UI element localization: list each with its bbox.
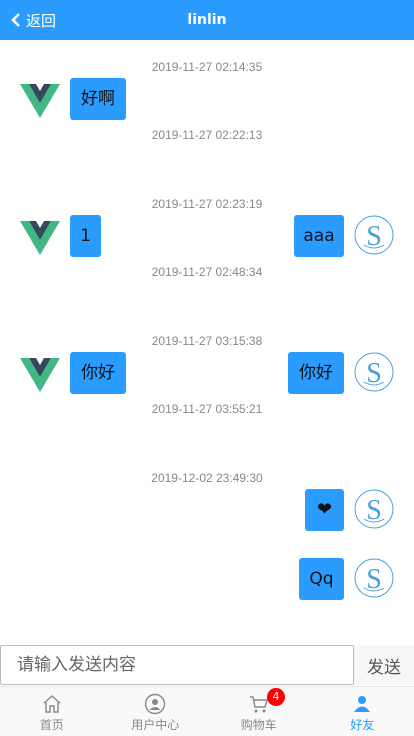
message-item: 2019-11-27 02:23:19 1 xyxy=(0,177,414,257)
bottom-tab-bar: 首页 用户中心 购物车 4 好友 xyxy=(0,686,414,736)
message-item: 2019-11-27 02:48:34 你好 S xyxy=(0,245,414,394)
message-item: 2019-11-27 02:22:13 aaa S xyxy=(0,108,414,257)
message-item: 2019-11-27 02:14:35 好啊 xyxy=(0,40,414,120)
tab-cart[interactable]: 购物车 4 xyxy=(207,687,311,736)
tab-user-center[interactable]: 用户中心 xyxy=(104,687,208,736)
message-time: 2019-11-27 03:15:38 xyxy=(151,334,263,348)
tab-label: 用户中心 xyxy=(131,718,180,732)
message-time: 2019-11-27 02:14:35 xyxy=(151,60,263,74)
message-item: 2019-12-02 23:49:30 Qq S xyxy=(0,451,414,600)
home-icon xyxy=(43,695,61,713)
tab-label: 购物车 xyxy=(240,718,277,732)
message-item: 2019-11-27 03:55:21 ❤ S xyxy=(0,382,414,531)
message-composer: 发送 xyxy=(0,645,414,686)
message-input[interactable] xyxy=(0,645,354,685)
chat-title: linlin xyxy=(187,12,227,28)
message-time: 2019-11-27 02:22:13 xyxy=(151,128,263,142)
message-bubble[interactable]: Qq xyxy=(299,558,344,600)
message-item: 2019-11-27 03:15:38 你好 xyxy=(0,314,414,394)
tab-label: 首页 xyxy=(39,718,64,732)
message-time: 2019-11-27 02:23:19 xyxy=(151,197,263,211)
tab-friends[interactable]: 好友 xyxy=(311,687,414,736)
back-button[interactable]: 返回 xyxy=(10,0,56,40)
send-button[interactable]: 发送 xyxy=(354,645,414,685)
message-time: 2019-12-02 23:49:30 xyxy=(151,471,263,485)
s-logo-avatar: S xyxy=(354,558,394,598)
back-label: 返回 xyxy=(26,11,57,30)
message-time: 2019-11-27 03:55:21 xyxy=(151,402,263,416)
tab-label: 好友 xyxy=(350,718,375,732)
friend-icon xyxy=(354,696,371,712)
message-list[interactable]: 2019-11-27 02:14:35 好啊 2019-11-27 02:22:… xyxy=(0,40,414,645)
user-center-icon xyxy=(145,693,166,715)
cart-count-badge: 4 xyxy=(267,688,286,706)
message-time: 2019-11-27 02:48:34 xyxy=(151,265,263,279)
chevron-left-icon xyxy=(11,13,20,27)
tab-home[interactable]: 首页 xyxy=(0,687,104,736)
top-bar: 返回 linlin xyxy=(0,0,414,40)
